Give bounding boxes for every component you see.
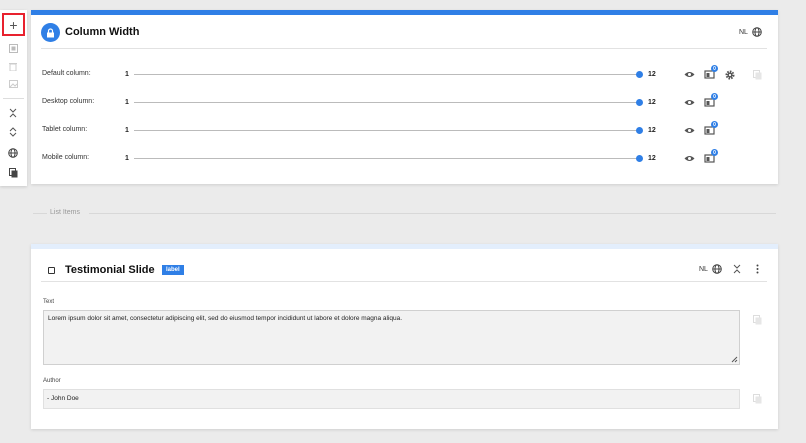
- visibility-button[interactable]: [684, 126, 695, 135]
- collapse-icon: [733, 264, 741, 274]
- header-divider: [41, 48, 767, 49]
- label-badge: label: [162, 265, 184, 275]
- left-toolbar: +: [0, 10, 27, 186]
- copy-icon: [753, 394, 762, 404]
- row-label: Desktop column:: [42, 98, 95, 105]
- slider-max: 12: [648, 155, 656, 162]
- eye-icon: [684, 100, 695, 105]
- slider-thumb[interactable]: [636, 71, 643, 78]
- collapse-icon: [9, 108, 17, 118]
- lock-icon: [41, 23, 60, 42]
- slider-thumb[interactable]: [636, 155, 643, 162]
- count-badge: 0: [711, 121, 718, 128]
- visibility-button[interactable]: [684, 154, 695, 163]
- text-field[interactable]: Lorem ipsum dolor sit amet, consectetur …: [43, 310, 740, 365]
- visibility-button[interactable]: [684, 70, 695, 79]
- slider-min: 1: [125, 99, 129, 106]
- collapse-all-button[interactable]: [4, 104, 22, 122]
- list-items-label: List Items: [50, 209, 80, 216]
- delete-button[interactable]: [4, 57, 22, 75]
- language-code: NL: [699, 266, 708, 273]
- slider-track[interactable]: [134, 130, 640, 131]
- select-button[interactable]: [4, 39, 22, 57]
- resize-handle-icon[interactable]: [731, 356, 738, 363]
- image-button[interactable]: [4, 75, 22, 93]
- count-badge: 0: [711, 93, 718, 100]
- toolbar-divider: [3, 98, 24, 99]
- slider-min: 1: [125, 155, 129, 162]
- text-field-value: Lorem ipsum dolor sit amet, consectetur …: [48, 315, 403, 322]
- eye-icon: [684, 156, 695, 161]
- add-button[interactable]: +: [2, 13, 25, 36]
- copy-text-button[interactable]: [753, 315, 762, 325]
- square-icon: [8, 43, 18, 53]
- language-switch[interactable]: [752, 27, 762, 37]
- globe-icon: [752, 27, 762, 37]
- slider-track[interactable]: [134, 102, 640, 103]
- count-badge: 0: [711, 149, 718, 156]
- section-divider: [33, 213, 47, 214]
- row-label: Mobile column:: [42, 154, 90, 161]
- slider-track[interactable]: [134, 74, 640, 75]
- slider-min: 1: [125, 127, 129, 134]
- eye-icon: [684, 72, 695, 77]
- section-divider: [89, 213, 776, 214]
- trash-icon: [9, 62, 17, 71]
- gear-icon: [725, 70, 735, 80]
- expand-icon: [9, 127, 17, 137]
- testimonial-card: Testimonial Slide label NL Text Lorem ip…: [31, 244, 778, 429]
- copy-icon: [753, 315, 762, 325]
- slider-thumb[interactable]: [636, 99, 643, 106]
- more-vertical-icon: [756, 264, 758, 274]
- copy-value-button[interactable]: [753, 70, 762, 80]
- slider-max: 12: [648, 71, 656, 78]
- language-button[interactable]: [4, 144, 22, 162]
- card-title: Testimonial Slide: [65, 264, 155, 276]
- copy-button[interactable]: [4, 164, 22, 182]
- copy-icon: [753, 70, 762, 80]
- text-field-label: Text: [43, 299, 55, 305]
- copy-author-button[interactable]: [753, 394, 762, 404]
- language-code: NL: [739, 29, 748, 36]
- slider-max: 12: [648, 99, 656, 106]
- image-icon: [8, 80, 18, 88]
- row-label: Default column:: [42, 70, 91, 77]
- author-field-value: - John Doe: [47, 395, 79, 402]
- column-width-card: Column Width NL Default column: 1 12 0 D…: [31, 10, 778, 184]
- slider-thumb[interactable]: [636, 127, 643, 134]
- card-title: Column Width: [65, 26, 140, 38]
- slider-track[interactable]: [134, 158, 640, 159]
- settings-button[interactable]: [725, 70, 735, 80]
- eye-icon: [684, 128, 695, 133]
- author-field[interactable]: - John Doe: [43, 389, 740, 409]
- language-switch[interactable]: [712, 264, 722, 274]
- author-field-label: Author: [43, 378, 61, 384]
- slider-min: 1: [125, 71, 129, 78]
- copy-icon: [8, 168, 17, 178]
- count-badge: 0: [711, 65, 718, 72]
- row-label: Tablet column:: [42, 126, 88, 133]
- globe-icon: [712, 264, 722, 274]
- globe-icon: [8, 148, 18, 158]
- expand-all-button[interactable]: [4, 123, 22, 141]
- header-divider: [41, 281, 767, 282]
- plus-icon: +: [9, 16, 18, 33]
- more-options-button[interactable]: [754, 264, 760, 274]
- slider-max: 12: [648, 127, 656, 134]
- select-checkbox[interactable]: [48, 267, 55, 274]
- collapse-button[interactable]: [733, 264, 741, 274]
- visibility-button[interactable]: [684, 98, 695, 107]
